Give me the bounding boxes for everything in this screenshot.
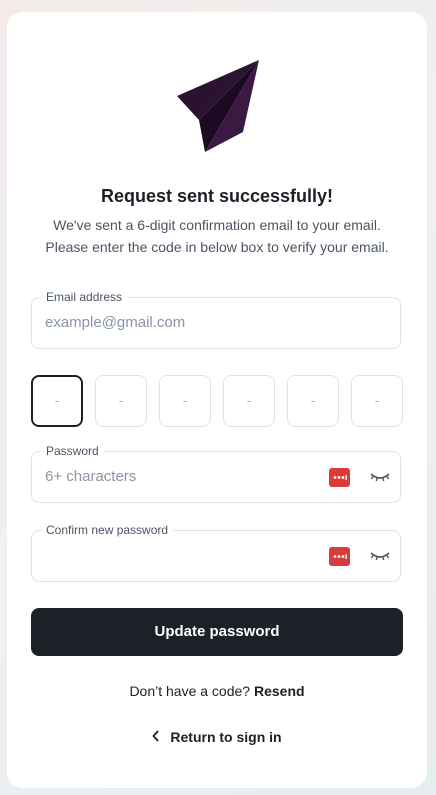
resend-link[interactable]: Resend: [254, 683, 305, 699]
resend-row: Don’t have a code? Resend: [7, 683, 427, 699]
update-password-button[interactable]: Update password: [31, 608, 403, 656]
code-digit-1[interactable]: -: [31, 375, 83, 427]
eye-closed-icon[interactable]: [369, 549, 391, 563]
eye-closed-icon[interactable]: [369, 470, 391, 484]
reset-card: Request sent successfully! We've sent a …: [7, 12, 427, 788]
password-manager-icon[interactable]: [329, 468, 350, 487]
code-digit-4[interactable]: -: [223, 375, 275, 427]
chevron-left-icon: [152, 729, 160, 745]
paper-plane-icon: [177, 60, 259, 152]
confirm-password-input[interactable]: [45, 531, 325, 581]
description: We've sent a 6-digit confirmation email …: [7, 214, 427, 258]
confirm-password-field: Confirm new password: [31, 523, 401, 582]
description-line: We've sent a 6-digit confirmation email …: [53, 217, 381, 233]
password-manager-icon[interactable]: [329, 547, 350, 566]
return-to-sign-in-link[interactable]: Return to sign in: [7, 729, 427, 745]
code-digit-2[interactable]: -: [95, 375, 147, 427]
resend-prompt: Don’t have a code?: [129, 683, 251, 699]
page-title: Request sent successfully!: [100, 186, 334, 206]
code-digit-5[interactable]: -: [287, 375, 339, 427]
email-field: Email address: [31, 290, 401, 349]
password-input[interactable]: [45, 452, 325, 502]
description-line: Please enter the code in below box to ve…: [45, 239, 389, 255]
return-to-sign-in-label: Return to sign in: [170, 729, 282, 745]
code-digit-6[interactable]: -: [351, 375, 403, 427]
code-digit-3[interactable]: -: [159, 375, 211, 427]
code-inputs: - - - - - -: [31, 375, 403, 427]
email-input[interactable]: [45, 298, 325, 348]
password-field: Password: [31, 444, 401, 503]
